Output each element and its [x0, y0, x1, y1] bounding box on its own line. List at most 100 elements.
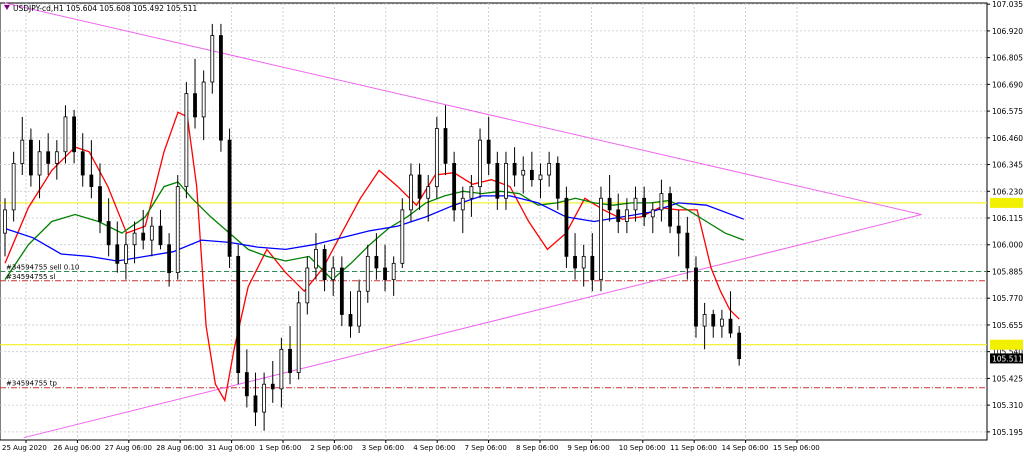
symbol-title: USDJPY-cd,H1 105.604 105.608 105.492 105…: [13, 4, 197, 13]
candle-body: [711, 314, 716, 327]
candle-body: [29, 139, 33, 176]
candle-body: [365, 255, 370, 292]
candle-body: [737, 332, 742, 360]
candle-body: [115, 244, 120, 264]
candle-body: [80, 151, 85, 176]
x-tick-label: 2 Sep 06:00: [310, 444, 352, 452]
candle-body: [521, 169, 526, 176]
candle-body: [616, 209, 621, 222]
candle-body: [357, 290, 362, 327]
candle-body: [184, 93, 189, 188]
candle-body: [305, 267, 310, 304]
x-tick-label: 25 Aug 2020: [2, 444, 47, 452]
candle-body: [685, 232, 690, 269]
candle-body: [512, 162, 517, 176]
current-price-value: 105.511: [992, 354, 1023, 363]
chart-window[interactable]: 107.035 106.920 106.805 106.690 106.575 106.4…: [0, 0, 1024, 454]
stop-loss-label: #34594755 sl: [6, 273, 55, 281]
candle-body: [486, 139, 491, 164]
candle-body: [141, 232, 146, 241]
x-tick-label: 28 Aug 06:00: [156, 444, 203, 452]
candle-body: [469, 186, 474, 199]
candle-body: [564, 197, 569, 257]
x-tick-label: 7 Sep 06:00: [465, 444, 507, 452]
candle-body: [236, 255, 241, 373]
candle-body: [210, 35, 215, 83]
y-tick-label: 107.035: [992, 0, 1023, 9]
x-tick-label: 26 Aug 06:00: [53, 444, 100, 452]
sell-order-label: #34594755 sell 0.10: [6, 263, 79, 271]
candle-body: [581, 255, 586, 269]
candle-body: [158, 225, 163, 246]
candle-body: [702, 314, 707, 327]
candle-body: [219, 35, 223, 141]
candle-body: [98, 186, 102, 222]
candle-body: [72, 116, 76, 153]
candle-body: [227, 139, 232, 257]
candle-body: [296, 302, 301, 373]
candle-body: [573, 255, 577, 269]
candle-body: [253, 395, 258, 413]
x-tick-label: 11 Sep 06:00: [670, 444, 717, 452]
candle-body: [478, 139, 482, 188]
y-tick-label: 105.310: [992, 401, 1023, 410]
y-tick-label: 106.575: [992, 107, 1023, 116]
candle-body: [504, 162, 508, 199]
y-tick-label: 105.655: [992, 321, 1023, 330]
candle-body: [46, 151, 51, 164]
candle-body: [279, 348, 284, 390]
candle-body: [63, 116, 68, 153]
candle-body: [167, 244, 172, 274]
candle-body: [348, 314, 353, 327]
candle-body: [175, 186, 180, 274]
x-tick-label: 10 Sep 06:00: [619, 444, 666, 452]
candle-body: [3, 209, 7, 234]
x-tick-label: 9 Sep 06:00: [567, 444, 609, 452]
price-chart[interactable]: 107.035 106.920 106.805 106.690 106.575 106.4…: [0, 0, 1024, 454]
candle-body: [374, 255, 379, 269]
candle-body: [599, 197, 603, 281]
candle-body: [132, 232, 137, 246]
candle-body: [339, 267, 344, 315]
y-tick-label: 106.115: [992, 214, 1023, 223]
candle-body: [495, 162, 500, 199]
take-profit-label: #34594755 tp: [6, 380, 57, 388]
y-tick-label: 106.690: [992, 80, 1023, 89]
y-tick-label: 106.805: [992, 54, 1023, 63]
y-tick-label: 106.345: [992, 161, 1023, 170]
candle-body: [650, 209, 655, 218]
candle-body: [193, 93, 197, 118]
x-tick-label: 31 Aug 06:00: [208, 444, 255, 452]
candle-body: [270, 383, 275, 390]
y-tick-label: 106.920: [992, 27, 1023, 36]
y-tick-label: 105.195: [992, 428, 1023, 437]
candle-body: [426, 186, 431, 199]
candle-body: [54, 151, 59, 164]
candle-body: [728, 318, 733, 334]
candle-body: [624, 209, 629, 222]
lower-level-tag: [990, 339, 1023, 350]
candle-body: [11, 162, 16, 211]
x-tick-label: 1 Sep 06:00: [259, 444, 301, 452]
x-tick-label: 8 Sep 06:00: [516, 444, 558, 452]
candle-body: [633, 197, 638, 211]
candle-body: [106, 221, 111, 246]
candle-body: [547, 162, 552, 176]
y-tick-label: 105.885: [992, 267, 1023, 276]
candle-body: [262, 383, 267, 413]
candle-body: [149, 225, 154, 241]
candle-body: [400, 209, 405, 264]
candle-body: [288, 348, 292, 373]
candle-body: [460, 197, 465, 211]
candle-body: [555, 162, 560, 199]
candle-body: [719, 318, 724, 327]
candle-body: [529, 169, 534, 181]
candle-body: [20, 139, 25, 164]
candle-body: [314, 248, 318, 269]
candle-body: [538, 174, 543, 181]
candle-body: [659, 193, 664, 211]
candle-body: [443, 128, 448, 164]
candle-body: [331, 267, 336, 281]
y-tick-label: 106.460: [992, 134, 1023, 143]
y-tick-label: 106.230: [992, 187, 1023, 196]
